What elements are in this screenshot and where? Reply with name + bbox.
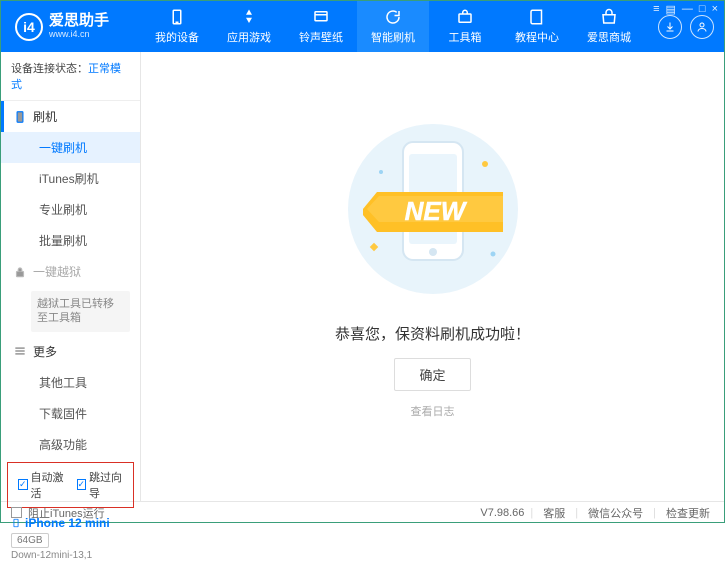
svg-text:NEW: NEW (404, 196, 467, 226)
nav-label: 我的设备 (155, 29, 199, 45)
check-icon: ✓ (77, 479, 87, 490)
group-title: 一键越狱 (33, 263, 81, 280)
group-title: 刷机 (33, 108, 57, 125)
device-storage: 64GB (11, 533, 49, 548)
nav-my-device[interactable]: 我的设备 (141, 1, 213, 52)
nav-apps-games[interactable]: 应用游戏 (213, 1, 285, 52)
phone-icon (168, 8, 186, 26)
app-title: 爱思助手 (49, 13, 109, 30)
sidebar-item-batch-flash[interactable]: 批量刷机 (1, 225, 140, 256)
nav-store[interactable]: 爱思商城 (573, 1, 645, 52)
customer-service-link[interactable]: 客服 (539, 505, 569, 521)
nav-label: 爱思商城 (587, 29, 631, 45)
nav-label: 教程中心 (515, 29, 559, 45)
checkbox-label: 自动激活 (31, 469, 65, 501)
sidebar-item-advanced[interactable]: 高级功能 (1, 429, 140, 460)
success-illustration: NEW (333, 114, 533, 307)
app-url: www.i4.cn (49, 30, 109, 40)
minimize-icon[interactable]: — (682, 3, 693, 16)
sidebar-item-other-tools[interactable]: 其他工具 (1, 367, 140, 398)
header-right (658, 15, 724, 39)
nav-label: 应用游戏 (227, 29, 271, 45)
nav-label: 工具箱 (449, 29, 482, 45)
confirm-button[interactable]: 确定 (394, 358, 470, 391)
nav-label: 智能刷机 (371, 29, 415, 45)
wechat-link[interactable]: 微信公众号 (584, 505, 647, 521)
checkbox-label: 跳过向导 (89, 469, 123, 501)
download-icon[interactable] (658, 15, 682, 39)
refresh-icon (384, 8, 402, 26)
nav-toolbox[interactable]: 工具箱 (429, 1, 501, 52)
success-message: 恭喜您，保资料刷机成功啦！ (335, 323, 530, 344)
app-header: ≡ ▤ — □ × i4 爱思助手 www.i4.cn 我的设备 应用游戏 铃声… (1, 1, 724, 52)
view-log-link[interactable]: 查看日志 (411, 403, 455, 419)
store-icon (600, 8, 618, 26)
group-title: 更多 (33, 343, 57, 360)
checkbox-block-itunes[interactable] (11, 507, 22, 518)
checkbox-row: ✓自动激活 ✓跳过向导 (7, 462, 134, 508)
check-update-link[interactable]: 检查更新 (662, 505, 714, 521)
logo-area[interactable]: i4 爱思助手 www.i4.cn (1, 13, 141, 41)
nav-tutorials[interactable]: 教程中心 (501, 1, 573, 52)
user-icon[interactable] (690, 15, 714, 39)
group-more[interactable]: 更多 (1, 336, 140, 367)
checkbox-skip-guide[interactable]: ✓跳过向导 (77, 469, 124, 501)
sidebar-item-download-firmware[interactable]: 下载固件 (1, 398, 140, 429)
device-model: Down-12mini-13,1 (11, 550, 130, 561)
list-icon[interactable]: ▤ (666, 3, 676, 16)
sidebar-item-itunes-flash[interactable]: iTunes刷机 (1, 163, 140, 194)
nav-smart-flash[interactable]: 智能刷机 (357, 1, 429, 52)
apps-icon (240, 8, 258, 26)
group-flash[interactable]: 刷机 (1, 101, 140, 132)
conn-label: 设备连接状态： (11, 63, 88, 75)
version-label: V7.98.66 (480, 507, 524, 519)
main-content: NEW 恭喜您，保资料刷机成功啦！ 确定 查看日志 (141, 52, 724, 501)
sidebar: 设备连接状态：正常模式 刷机 一键刷机 iTunes刷机 专业刷机 批量刷机 一… (1, 52, 141, 501)
maximize-icon[interactable]: □ (699, 3, 706, 16)
window-controls: ≡ ▤ — □ × (653, 3, 718, 16)
main-nav: 我的设备 应用游戏 铃声壁纸 智能刷机 工具箱 教程中心 爱思商城 (141, 1, 658, 52)
toolbox-icon (456, 8, 474, 26)
connection-status: 设备连接状态：正常模式 (1, 52, 140, 101)
check-icon: ✓ (18, 479, 28, 490)
nav-label: 铃声壁纸 (299, 29, 343, 45)
sidebar-item-pro-flash[interactable]: 专业刷机 (1, 194, 140, 225)
block-itunes-label: 阻止iTunes运行 (28, 505, 105, 521)
close-icon[interactable]: × (712, 3, 718, 16)
jailbreak-note: 越狱工具已转移至工具箱 (31, 291, 130, 332)
group-jailbreak[interactable]: 一键越狱 (1, 256, 140, 287)
sidebar-item-onekey-flash[interactable]: 一键刷机 (1, 132, 140, 163)
nav-ringtone-wallpaper[interactable]: 铃声壁纸 (285, 1, 357, 52)
checkbox-auto-activate[interactable]: ✓自动激活 (18, 469, 65, 501)
logo-icon: i4 (15, 13, 43, 41)
book-icon (528, 8, 546, 26)
media-icon (312, 8, 330, 26)
settings-icon[interactable]: ≡ (653, 3, 659, 16)
